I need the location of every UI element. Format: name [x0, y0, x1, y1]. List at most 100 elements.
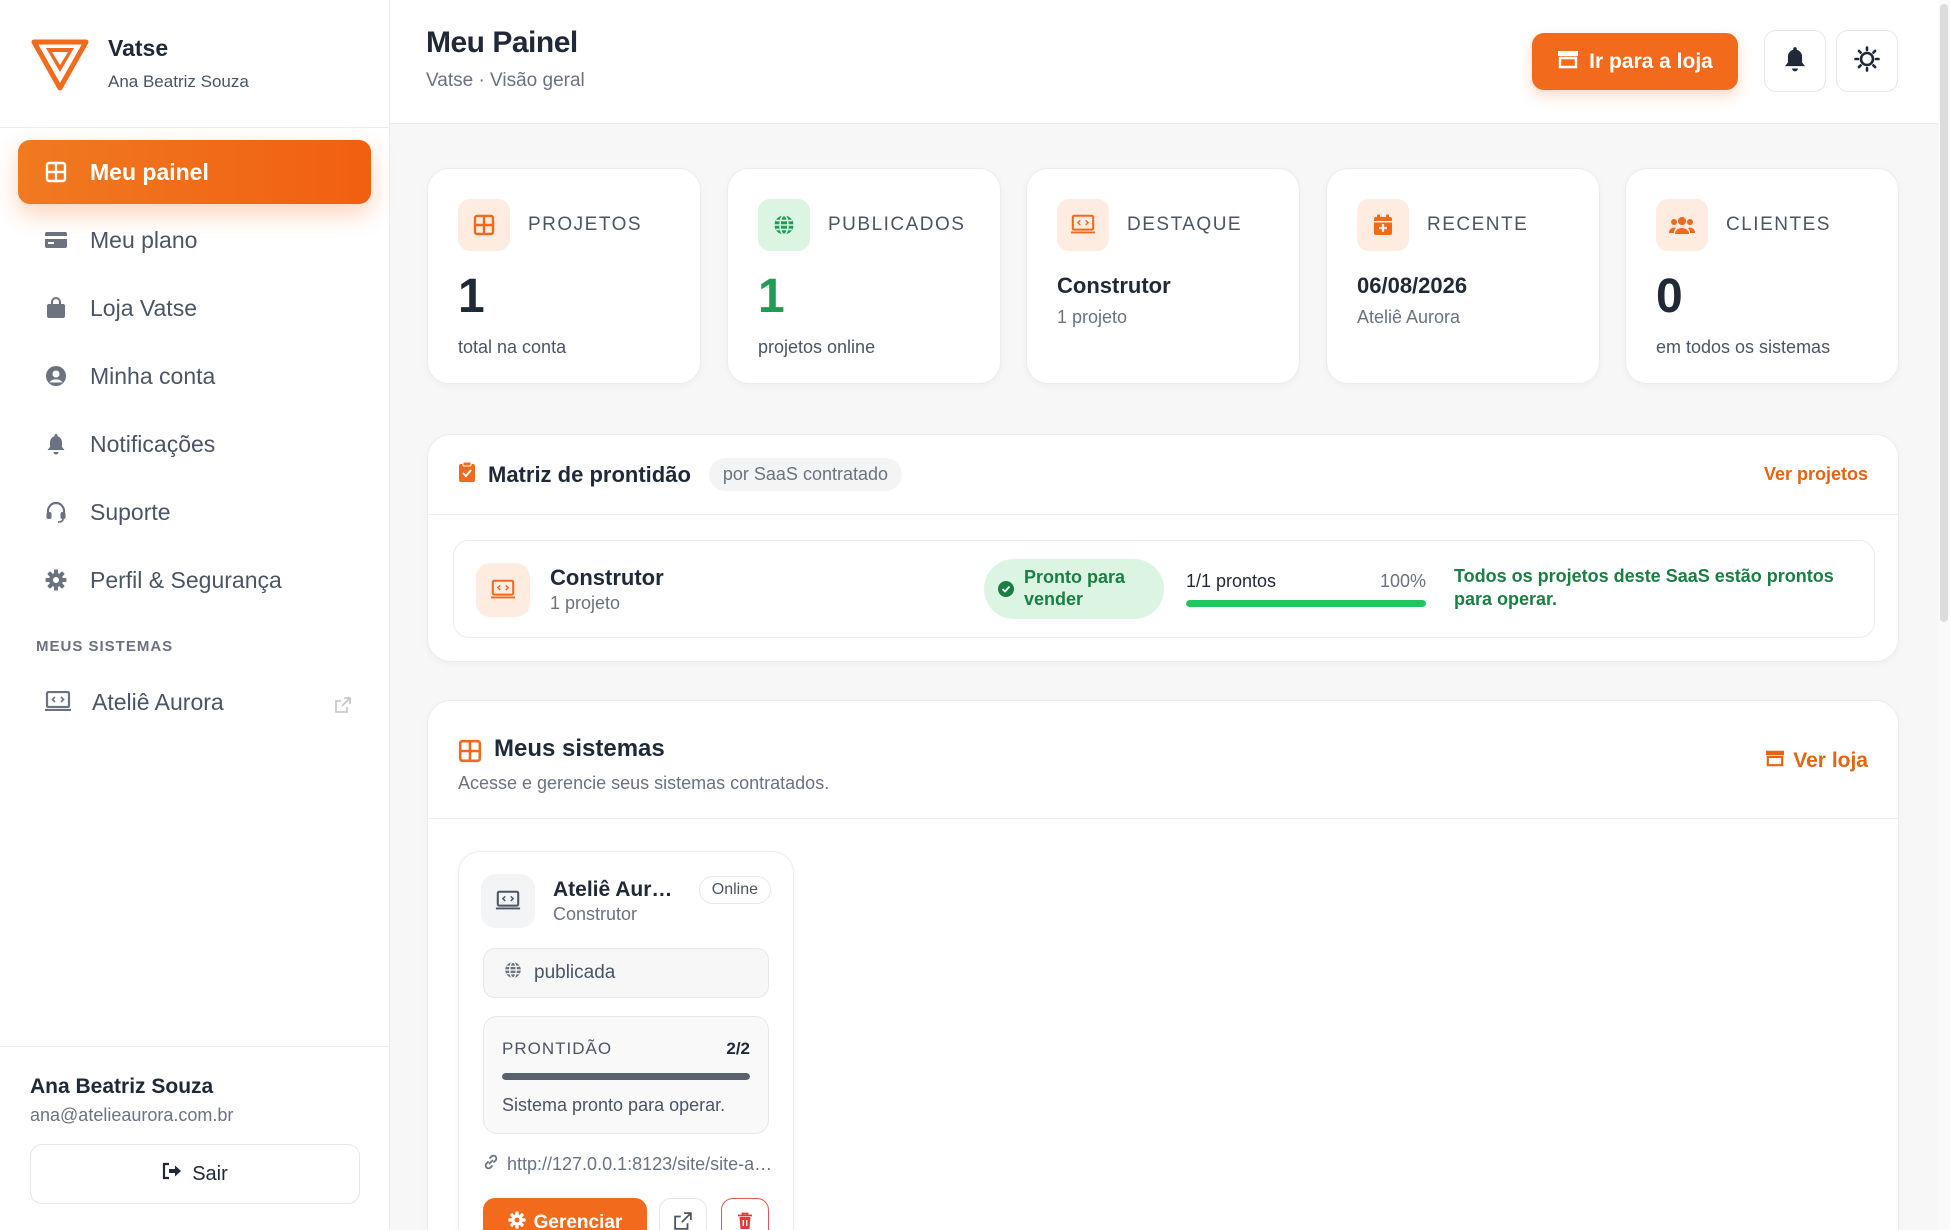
stat-label: CLIENTES [1726, 214, 1831, 235]
stat-label: PROJETOS [528, 214, 643, 235]
go-to-store-button[interactable]: Ir para a loja [1532, 33, 1738, 90]
my-systems-title: Meus sistemas [494, 735, 665, 762]
sidebar-item-perfil-seguranca[interactable]: Perfil & Segurança [18, 548, 371, 612]
sidebar-item-meu-painel[interactable]: Meu painel [18, 140, 371, 204]
sidebar-item-notificacoes[interactable]: Notificações [18, 412, 371, 476]
progress-percent: 100% [1379, 571, 1426, 591]
sidebar-item-suporte[interactable]: Suporte [18, 480, 371, 544]
laptop-code-icon [1057, 199, 1109, 251]
readiness-row[interactable]: Construtor 1 projeto Pronto para vender … [453, 540, 1875, 638]
sidebar-item-label: Ateliê Aurora [92, 688, 224, 715]
laptop-code-icon [476, 563, 530, 617]
logout-button[interactable]: Sair [30, 1144, 360, 1204]
grid-icon [458, 739, 482, 768]
laptop-code-icon [44, 691, 72, 713]
brand-user: Ana Beatriz Souza [108, 72, 249, 91]
stat-card-publicados: PUBLICADOS 1 projetos online [727, 168, 1001, 384]
headset-icon [44, 500, 68, 524]
readiness-message: Todos os projetos deste SaaS estão pront… [1454, 566, 1834, 610]
open-external-button[interactable] [659, 1198, 707, 1230]
globe-icon [504, 961, 522, 985]
manage-label: Gerenciar [533, 1212, 623, 1230]
stat-value: 1 [458, 270, 485, 323]
view-store-link[interactable]: Ver loja [1765, 749, 1868, 773]
delete-button[interactable] [721, 1198, 769, 1230]
page-scrollbar[interactable] [1938, 0, 1950, 1230]
page-title: Meu Painel [426, 26, 578, 59]
sidebar-nav: Meu painel Meu plano Loja Vatse Minha co… [0, 128, 389, 612]
readiness-message: Sistema pronto para operar. [502, 1095, 726, 1115]
stat-text: Construtor [1057, 273, 1171, 298]
brand: Vatse Ana Beatriz Souza [0, 0, 389, 128]
external-link-icon[interactable] [335, 692, 351, 719]
stat-value: 1 [758, 270, 785, 323]
bell-icon [44, 432, 68, 456]
link-icon [483, 1154, 499, 1175]
sidebar-footer: Ana Beatriz Souza ana@atelieaurora.com.b… [0, 1046, 390, 1230]
sidebar-item-loja-vatse[interactable]: Loja Vatse [18, 276, 371, 340]
online-badge: Online [698, 876, 771, 904]
readiness-matrix-panel: Matriz de prontidão por SaaS contratado … [427, 434, 1899, 662]
stat-card-destaque: DESTAQUE Construtor 1 projeto [1026, 168, 1300, 384]
system-type: Construtor [553, 904, 638, 924]
page-subtitle: Vatse · Visão geral [426, 70, 585, 91]
stat-caption: Ateliê Aurora [1357, 307, 1461, 327]
system-card: Ateliê Aurora Construtor Online publicad… [458, 851, 794, 1230]
stat-card-projetos: PROJETOS 1 total na conta [427, 168, 701, 384]
stat-label: PUBLICADOS [828, 214, 966, 235]
readiness-progress-bar [502, 1073, 750, 1080]
stat-card-recente: RECENTE 06/08/2026 Ateliê Aurora [1326, 168, 1600, 384]
store-icon [1765, 749, 1785, 773]
sign-out-icon [162, 1162, 182, 1186]
row-sub: 1 projeto [550, 593, 621, 613]
trash-icon [737, 1212, 753, 1230]
systems-section-title: MEUS SISTEMAS [36, 638, 174, 655]
stat-label: RECENTE [1427, 214, 1529, 235]
system-url-link[interactable]: http://127.0.0.1:8123/site/site-atelie-a… [483, 1154, 773, 1175]
system-name: Ateliê Aurora [553, 878, 673, 901]
footer-user-name: Ana Beatriz Souza [30, 1075, 214, 1098]
ready-status-label: Pronto para vender [1024, 567, 1126, 609]
logout-label: Sair [192, 1162, 228, 1185]
stat-caption: 1 projeto [1057, 307, 1128, 327]
view-projects-link[interactable]: Ver projetos [1764, 464, 1868, 485]
sidebar: Vatse Ana Beatriz Souza Meu painel Meu p… [0, 0, 390, 1230]
gear-icon [508, 1211, 526, 1230]
gear-icon [44, 568, 68, 592]
footer-user-email: ana@atelieaurora.com.br [30, 1105, 234, 1125]
calendar-icon [1357, 199, 1409, 251]
bag-icon [44, 296, 68, 320]
sidebar-item-label: Perfil & Segurança [90, 566, 282, 593]
sidebar-item-meu-plano[interactable]: Meu plano [18, 208, 371, 272]
sidebar-item-minha-conta[interactable]: Minha conta [18, 344, 371, 408]
progress-label: 1/1 prontos [1186, 571, 1277, 591]
stat-card-clientes: CLIENTES 0 em todos os sistemas [1625, 168, 1899, 384]
readiness-title: Matriz de prontidão [488, 461, 691, 487]
bell-icon [1783, 46, 1807, 77]
my-systems-panel: Meus sistemas Acesse e gerencie seus sis… [427, 700, 1899, 1230]
sidebar-item-label: Loja Vatse [90, 294, 197, 321]
user-circle-icon [44, 364, 68, 388]
theme-toggle-button[interactable] [1836, 30, 1898, 92]
go-to-store-label: Ir para a loja [1589, 49, 1713, 73]
scrollbar-thumb[interactable] [1940, 4, 1948, 622]
sidebar-item-label: Meu plano [90, 226, 198, 253]
sun-icon [1854, 45, 1880, 77]
stat-caption: projetos online [758, 337, 876, 357]
clipboard-check-icon [458, 461, 476, 488]
grid-icon [458, 199, 510, 251]
external-link-icon [674, 1211, 692, 1230]
users-icon [1656, 199, 1708, 251]
manage-button[interactable]: Gerenciar [483, 1198, 647, 1230]
view-store-label: Ver loja [1793, 749, 1868, 772]
published-label: publicada [534, 962, 616, 983]
stat-value: 0 [1656, 270, 1683, 323]
stat-caption: total na conta [458, 337, 567, 357]
stat-text: 06/08/2026 [1357, 273, 1468, 298]
stat-caption: em todos os sistemas [1656, 337, 1831, 357]
readiness-label: PRONTIDÃO [502, 1039, 613, 1058]
notifications-button[interactable] [1764, 30, 1826, 92]
sidebar-item-atelie-aurora[interactable]: Ateliê Aurora [0, 670, 389, 734]
stat-label: DESTAQUE [1127, 214, 1243, 235]
vatse-logo-icon[interactable] [30, 34, 90, 94]
